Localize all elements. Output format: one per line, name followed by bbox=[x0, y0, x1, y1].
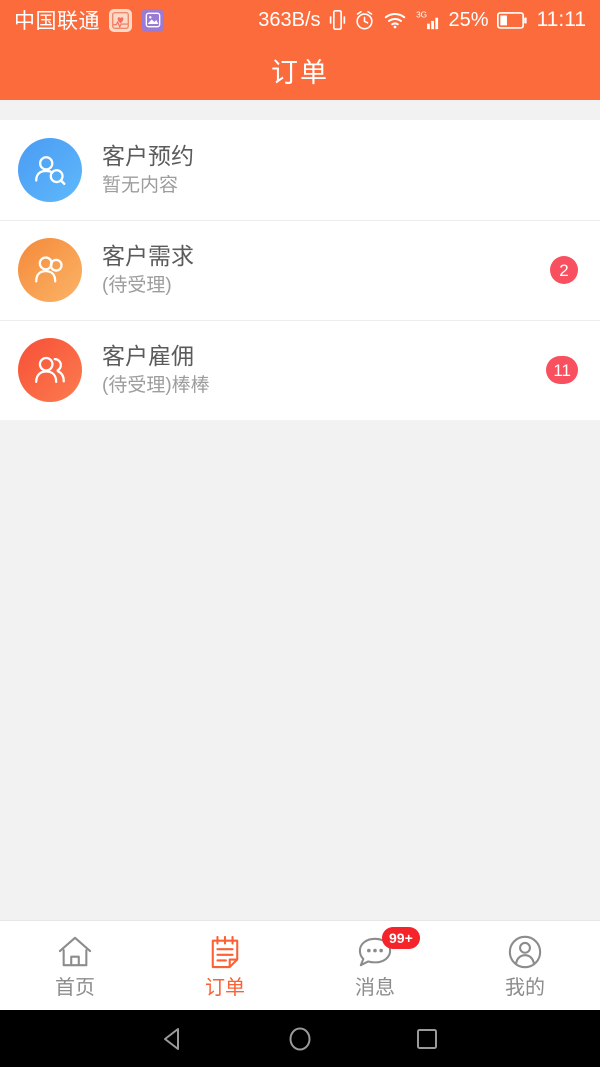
list-item-title: 客户预约 bbox=[102, 143, 194, 169]
back-button[interactable] bbox=[150, 1016, 196, 1062]
tab-home[interactable]: 首页 bbox=[0, 921, 150, 1010]
list-item-texts: 客户雇佣 (待受理)棒棒 bbox=[102, 343, 546, 396]
app-header: 订单 bbox=[0, 40, 600, 100]
messages-badge: 99+ bbox=[382, 927, 420, 949]
two-persons-icon bbox=[18, 238, 82, 302]
home-icon bbox=[57, 933, 93, 971]
clock-label: 11:11 bbox=[536, 8, 586, 31]
photo-app-icon bbox=[141, 8, 164, 32]
two-persons-icon bbox=[18, 338, 82, 402]
list-item[interactable]: 客户雇佣 (待受理)棒棒 11 bbox=[0, 320, 600, 420]
battery-percent-label: 25% bbox=[448, 8, 489, 31]
vibrate-icon bbox=[329, 9, 346, 31]
content-area: 客户预约 暂无内容 客户需求 (待受理) 2 客户雇佣 (待受理)棒棒 11 bbox=[0, 100, 600, 920]
person-search-icon bbox=[18, 138, 82, 202]
chat-bubble-icon: 99+ bbox=[356, 927, 420, 971]
order-category-list: 客户预约 暂无内容 客户需求 (待受理) 2 客户雇佣 (待受理)棒棒 11 bbox=[0, 120, 600, 420]
list-item-title: 客户需求 bbox=[102, 243, 194, 269]
carrier-label: 中国联通 bbox=[14, 10, 100, 33]
tab-messages[interactable]: 99+ 消息 bbox=[300, 921, 450, 1010]
tab-profile-label: 我的 bbox=[505, 977, 545, 999]
signal-3g-icon: 3G bbox=[415, 9, 441, 31]
status-bar-left: 中国联通 bbox=[14, 5, 164, 35]
android-nav-bar bbox=[0, 1010, 600, 1067]
health-app-icon bbox=[109, 8, 132, 32]
list-item-texts: 客户预约 暂无内容 bbox=[102, 143, 550, 196]
clipboard-icon bbox=[209, 933, 241, 971]
list-item-subtitle: (待受理) bbox=[102, 275, 172, 296]
phone-screen: 中国联通 363B/s 3G 25% 11:11 订单 客户预约 暂无内容 客户… bbox=[0, 0, 600, 1067]
network-speed-label: 363B/s bbox=[258, 8, 321, 31]
list-item-title: 客户雇佣 bbox=[102, 343, 194, 369]
list-item-badge: 2 bbox=[550, 256, 578, 284]
tab-orders[interactable]: 订单 bbox=[150, 921, 300, 1010]
tab-orders-label: 订单 bbox=[205, 977, 245, 999]
list-item-subtitle: (待受理)棒棒 bbox=[102, 375, 210, 396]
home-button[interactable] bbox=[277, 1016, 323, 1062]
alarm-icon bbox=[354, 10, 375, 31]
tab-home-label: 首页 bbox=[55, 977, 95, 999]
person-circle-icon bbox=[507, 933, 543, 971]
bottom-tab-bar: 首页 订单 99+ 消息 我的 bbox=[0, 920, 600, 1010]
tab-messages-label: 消息 bbox=[355, 977, 395, 999]
svg-text:3G: 3G bbox=[416, 10, 427, 19]
content-top-gap bbox=[0, 100, 600, 120]
list-item-subtitle: 暂无内容 bbox=[102, 175, 179, 196]
wifi-icon bbox=[383, 10, 407, 30]
list-item-badge: 11 bbox=[546, 356, 578, 384]
status-bar-right: 363B/s 3G 25% 11:11 bbox=[258, 8, 586, 32]
recents-button[interactable] bbox=[404, 1016, 450, 1062]
page-title: 订单 bbox=[271, 57, 329, 88]
list-item[interactable]: 客户预约 暂无内容 bbox=[0, 120, 600, 220]
list-item-texts: 客户需求 (待受理) bbox=[102, 243, 550, 296]
battery-icon bbox=[496, 11, 527, 29]
tab-profile[interactable]: 我的 bbox=[450, 921, 600, 1010]
list-item[interactable]: 客户需求 (待受理) 2 bbox=[0, 220, 600, 320]
status-bar: 中国联通 363B/s 3G 25% 11:11 bbox=[0, 0, 600, 40]
